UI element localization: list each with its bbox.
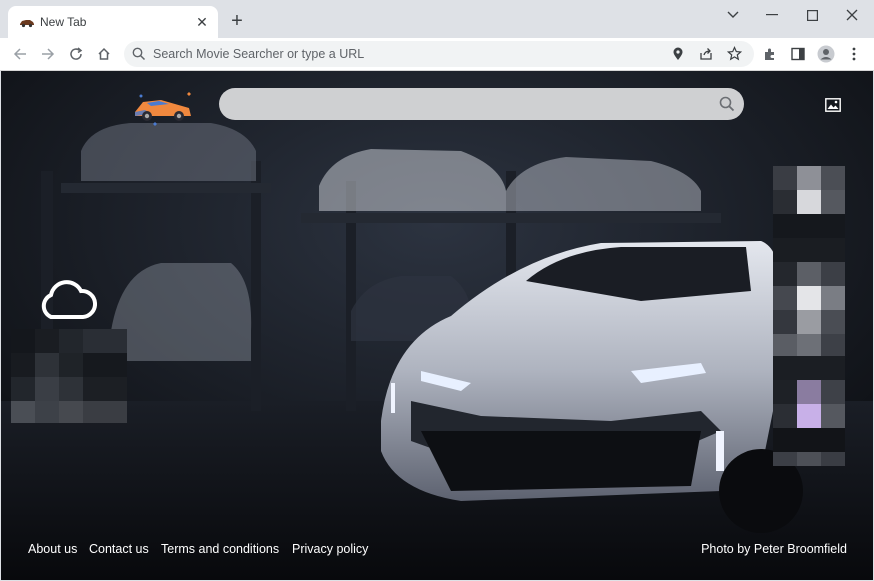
minimize-icon[interactable] (752, 0, 792, 30)
plus-icon[interactable]: + (226, 11, 248, 33)
share-icon[interactable] (699, 47, 713, 61)
car-logo (135, 92, 191, 126)
search-icon (132, 47, 146, 61)
reload-icon[interactable] (64, 42, 88, 66)
home-icon[interactable] (92, 42, 116, 66)
location-icon[interactable] (672, 47, 684, 61)
omnibox-placeholder: Search Movie Searcher or type a URL (153, 47, 365, 61)
page-search-input[interactable] (233, 92, 717, 118)
browser-window: New Tab ✕ + Search Movie Searcher or typ… (0, 0, 874, 581)
star-icon[interactable] (727, 46, 742, 61)
close-icon[interactable]: ✕ (194, 14, 210, 30)
maximize-icon[interactable] (792, 0, 832, 30)
search-icon[interactable] (719, 96, 735, 112)
browser-toolbar: Search Movie Searcher or type a URL (0, 38, 874, 71)
footer-link-terms[interactable]: Terms and conditions (161, 542, 279, 556)
car-favicon (20, 20, 34, 28)
back-arrow-icon[interactable] (8, 42, 32, 66)
close-icon[interactable] (832, 0, 872, 30)
omnibox[interactable]: Search Movie Searcher or type a URL (124, 41, 754, 67)
extensions-icon[interactable] (758, 42, 782, 66)
photo-credit[interactable]: Photo by Peter Broomfield (701, 542, 847, 556)
background-photo (1, 71, 873, 580)
more-menu-icon[interactable] (842, 42, 866, 66)
profile-icon[interactable] (814, 42, 838, 66)
tab-strip: New Tab ✕ + (0, 0, 874, 38)
new-tab-page: About us Contact us Terms and conditions… (1, 71, 873, 580)
chevron-down-icon[interactable] (713, 0, 753, 30)
cloud-icon (41, 280, 97, 319)
footer-link-contact[interactable]: Contact us (89, 542, 149, 556)
tab-title: New Tab (40, 15, 87, 29)
image-icon[interactable] (825, 98, 841, 112)
tab-new-tab[interactable]: New Tab ✕ (8, 6, 218, 38)
footer-link-about[interactable]: About us (28, 542, 77, 556)
forward-arrow-icon[interactable] (36, 42, 60, 66)
side-panel-icon[interactable] (786, 42, 810, 66)
page-search-bar[interactable] (219, 88, 744, 120)
footer-link-privacy[interactable]: Privacy policy (292, 542, 368, 556)
